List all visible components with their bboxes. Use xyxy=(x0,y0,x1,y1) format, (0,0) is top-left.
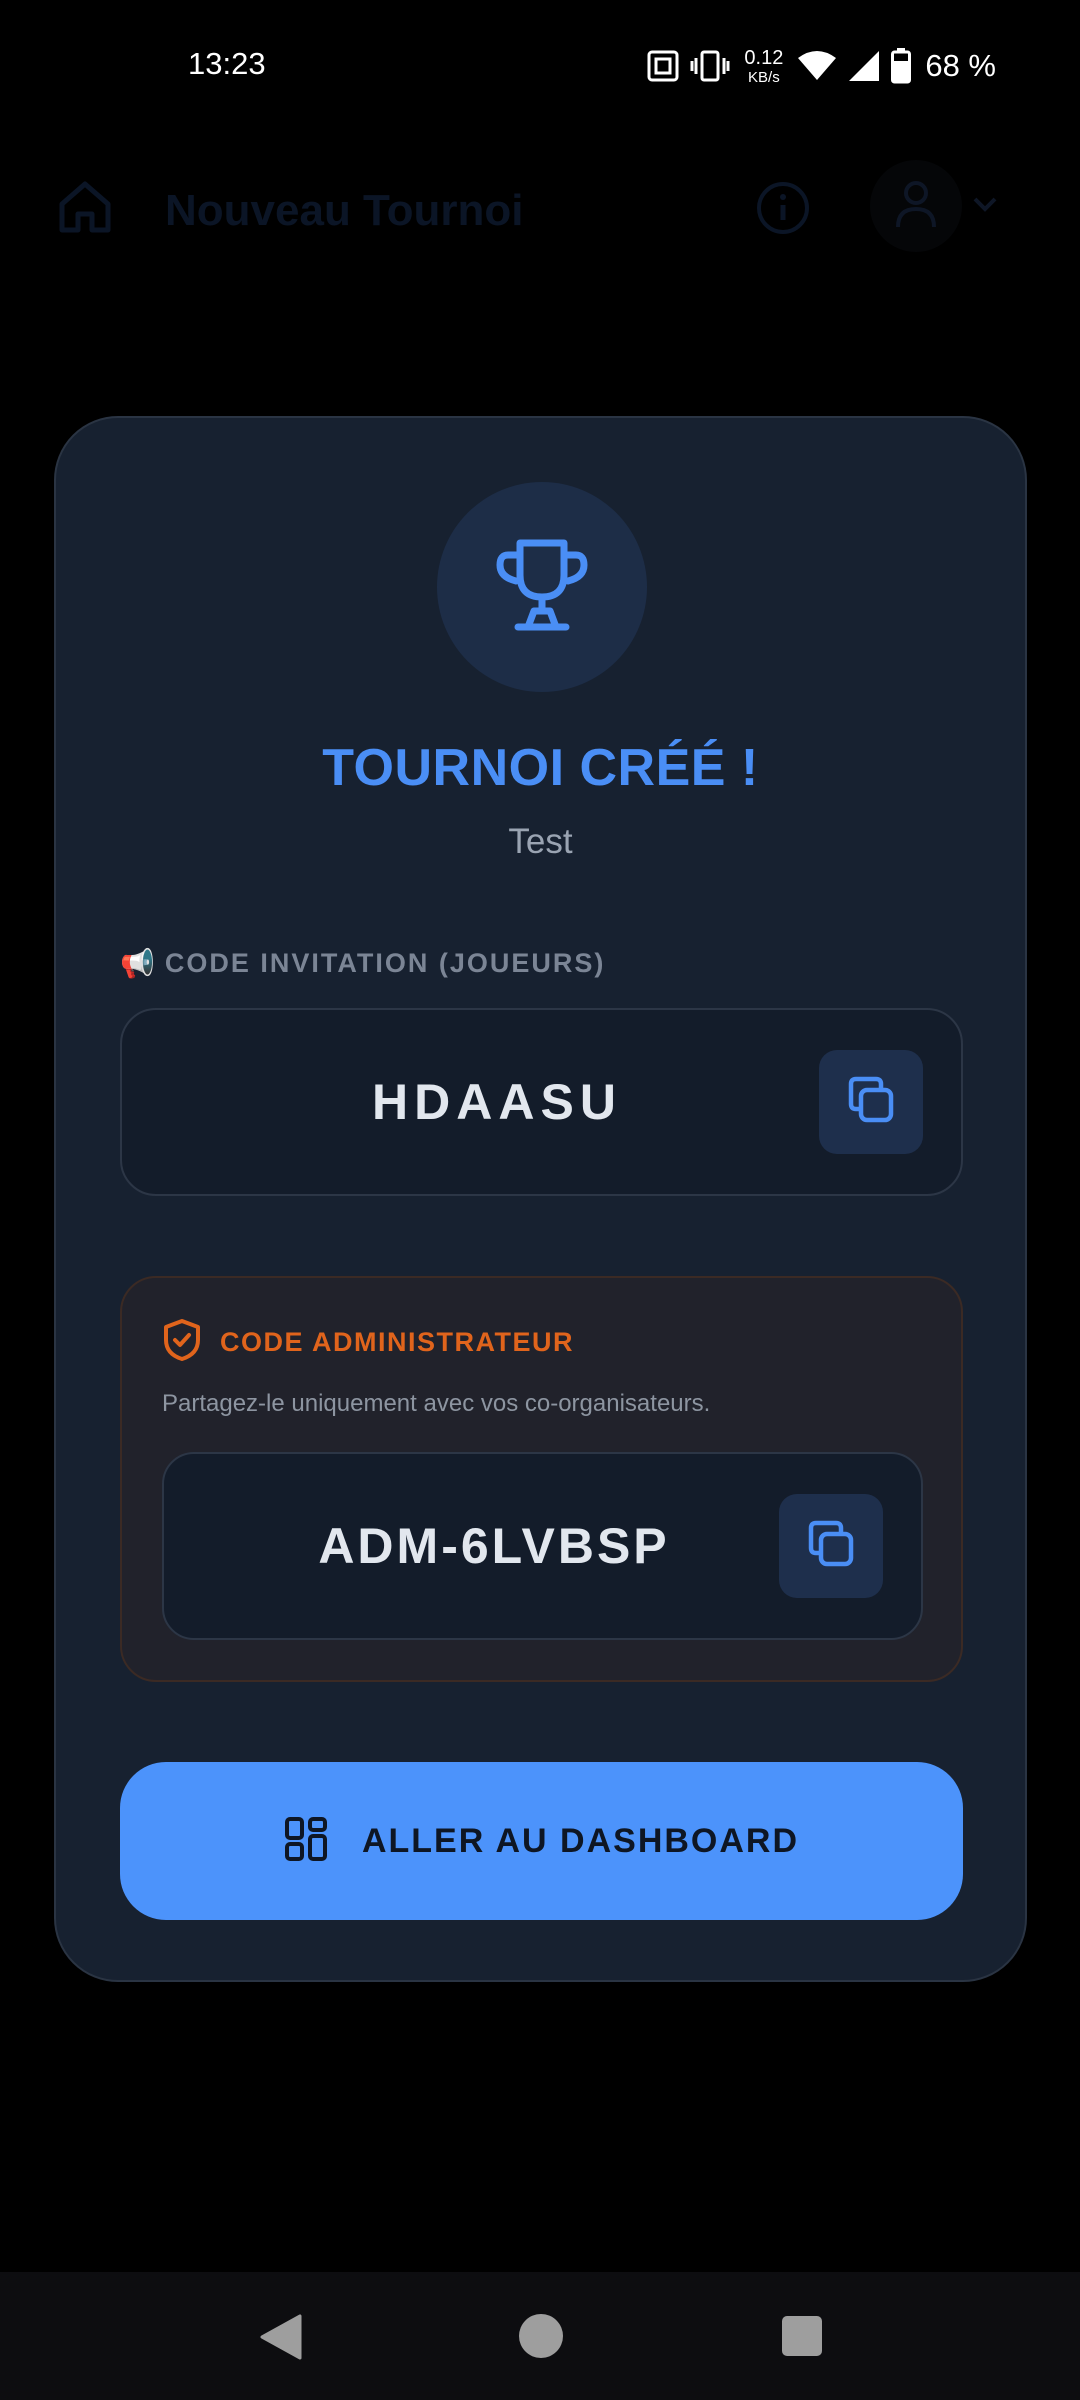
copy-icon xyxy=(803,1516,859,1577)
net-speed: 0.12 KB/s xyxy=(744,48,783,85)
net-speed-unit: KB/s xyxy=(748,68,780,86)
recent-apps-icon[interactable] xyxy=(782,2316,822,2356)
dialog-title: TOURNOI CRÉÉ ! xyxy=(322,739,759,797)
shield-check-icon xyxy=(162,1318,202,1367)
net-speed-value: 0.12 xyxy=(744,46,784,69)
admin-code-box: ADM-6LVBSP xyxy=(162,1452,923,1640)
back-icon[interactable] xyxy=(260,2314,302,2365)
home-nav-icon[interactable] xyxy=(519,2314,563,2358)
dashboard-grid-icon xyxy=(284,1816,328,1867)
status-time: 13:23 xyxy=(188,46,266,81)
go-to-dashboard-button[interactable]: ALLER AU DASHBOARD xyxy=(120,1762,963,1920)
admin-code-header: CODE ADMINISTRATEUR xyxy=(162,1318,574,1367)
vibrate-icon xyxy=(690,49,730,83)
user-icon xyxy=(894,179,938,234)
go-to-dashboard-label: ALLER AU DASHBOARD xyxy=(361,1821,800,1860)
admin-code-panel: CODE ADMINISTRATEUR Partagez-le uniqueme… xyxy=(120,1276,963,1682)
copy-admin-code-button[interactable] xyxy=(779,1494,883,1598)
nfc-icon xyxy=(646,49,680,83)
tournament-created-dialog: TOURNOI CRÉÉ ! Test 📢 CODE INVITATION (J… xyxy=(54,416,1027,1982)
trophy-icon xyxy=(492,535,592,640)
battery-percent: 68 % xyxy=(925,48,996,83)
invite-code-label: CODE INVITATION (JOUEURS) xyxy=(164,948,606,978)
chevron-down-icon[interactable] xyxy=(972,194,998,219)
megaphone-icon: 📢 xyxy=(120,947,155,979)
cell-signal-icon xyxy=(847,49,881,83)
system-nav-bar xyxy=(0,2272,1080,2400)
info-icon[interactable] xyxy=(755,180,811,241)
home-icon[interactable] xyxy=(54,176,116,243)
copy-invite-code-button[interactable] xyxy=(819,1050,923,1154)
invite-code-box: HDAASU xyxy=(120,1008,963,1196)
invite-code-label-row: 📢 CODE INVITATION (JOUEURS) xyxy=(120,948,605,979)
trophy-badge xyxy=(437,482,647,692)
tournament-name: Test xyxy=(508,822,573,861)
admin-code-label: CODE ADMINISTRATEUR xyxy=(220,1327,574,1357)
copy-icon xyxy=(843,1072,899,1133)
admin-code: ADM-6LVBSP xyxy=(318,1518,670,1574)
status-bar: 13:23 0.12 KB/s 68 % xyxy=(0,0,1080,136)
avatar[interactable] xyxy=(870,160,962,252)
wifi-icon xyxy=(797,50,837,82)
status-icons: 0.12 KB/s 68 % xyxy=(646,44,996,88)
admin-code-description: Partagez-le uniquement avec vos co-organ… xyxy=(162,1390,711,1417)
battery-icon xyxy=(891,48,912,84)
invite-code: HDAASU xyxy=(372,1074,622,1130)
app-header: Nouveau Tournoi xyxy=(0,150,1080,270)
page-title: Nouveau Tournoi xyxy=(165,186,524,235)
